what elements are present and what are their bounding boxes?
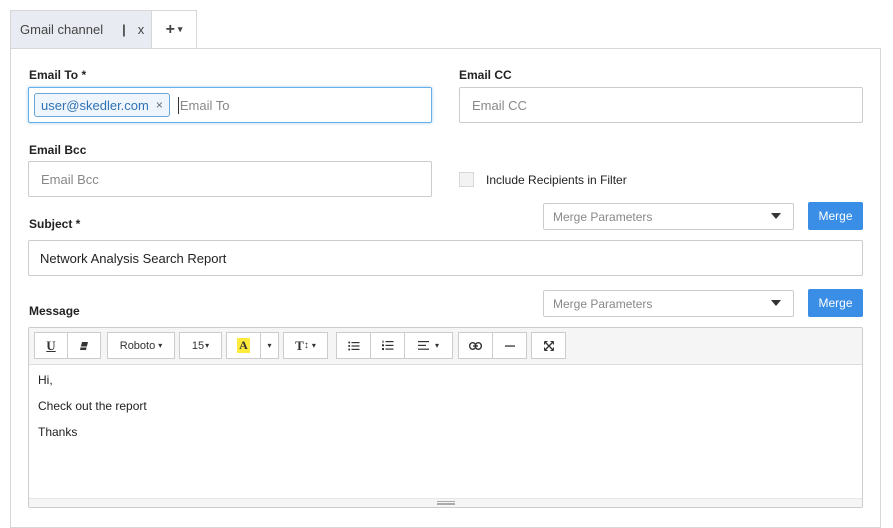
tab-separator: | xyxy=(122,22,126,37)
caret-down-icon: ▾ xyxy=(205,341,210,350)
subject-merge-placeholder: Merge Parameters xyxy=(553,209,653,224)
clear-format-button[interactable] xyxy=(67,332,101,359)
subject-label: Subject * xyxy=(29,217,81,231)
font-family-select[interactable]: Roboto ▾ xyxy=(107,332,175,359)
fullscreen-button[interactable] xyxy=(531,332,566,359)
editor-resize-handle[interactable] xyxy=(29,498,862,507)
subject-field[interactable]: Network Analysis Search Report xyxy=(28,240,863,276)
email-bcc-input[interactable] xyxy=(39,170,419,188)
link-icon xyxy=(469,341,482,350)
align-left-icon xyxy=(417,341,429,350)
editor-toolbar: U Roboto ▾ 15 ▾ A ▾ T ↕ ▾ ▾ xyxy=(29,328,862,365)
remove-recipient-icon[interactable]: × xyxy=(156,98,163,112)
email-bcc-label: Email Bcc xyxy=(29,143,87,157)
horizontal-rule-icon xyxy=(504,344,515,347)
message-merge-placeholder: Merge Parameters xyxy=(553,296,653,311)
message-line: Thanks xyxy=(38,425,78,439)
highlight-icon: A xyxy=(237,338,250,353)
font-family-value: Roboto xyxy=(119,339,156,352)
dropdown-arrow-icon xyxy=(771,213,781,219)
caret-down-icon: ▾ xyxy=(267,341,272,350)
email-to-label: Email To * xyxy=(29,68,87,82)
caret-down-icon: ▾ xyxy=(311,341,316,350)
email-cc-input[interactable] xyxy=(470,96,850,114)
message-label: Message xyxy=(29,304,80,318)
include-recipients-checkbox[interactable] xyxy=(459,172,474,187)
email-cc-field[interactable] xyxy=(459,87,863,123)
ordered-list-button[interactable] xyxy=(370,332,405,359)
email-bcc-field[interactable] xyxy=(28,161,432,197)
recipient-chip: user@skedler.com × xyxy=(34,93,170,117)
editor-content[interactable]: Hi, Check out the report Thanks xyxy=(29,365,862,461)
email-to-input[interactable] xyxy=(177,96,378,114)
message-editor[interactable]: U Roboto ▾ 15 ▾ A ▾ T ↕ ▾ ▾ Hi, Check ou… xyxy=(28,327,863,508)
numbered-list-icon xyxy=(381,340,393,350)
font-size-value: 15 xyxy=(191,339,205,352)
unordered-list-button[interactable] xyxy=(336,332,371,359)
caret-down-icon: ▾ xyxy=(434,341,439,350)
message-line: Hi, xyxy=(38,373,53,387)
message-line: Check out the report xyxy=(38,399,147,413)
caret-down-icon: ▾ xyxy=(177,24,183,34)
font-size-select[interactable]: 15 ▾ xyxy=(179,332,222,359)
email-to-field[interactable]: user@skedler.com × xyxy=(28,87,432,123)
tab-gmail-channel[interactable]: Gmail channel | x xyxy=(10,10,152,48)
horizontal-rule-button[interactable] xyxy=(492,332,527,359)
tab-label: Gmail channel xyxy=(20,22,104,37)
paragraph-align-button[interactable]: ▾ xyxy=(404,332,453,359)
underline-button[interactable]: U xyxy=(34,332,68,359)
subject-merge-button[interactable]: Merge xyxy=(808,202,863,230)
grip-icon xyxy=(437,501,455,505)
subject-merge-parameters-select[interactable]: Merge Parameters xyxy=(543,203,794,230)
underline-icon: U xyxy=(46,337,56,353)
include-recipients-label: Include Recipients in Filter xyxy=(486,173,627,187)
recipient-chip-text: user@skedler.com xyxy=(41,97,149,113)
text-height-icon: T xyxy=(295,337,304,353)
updown-arrow-icon: ↕ xyxy=(303,340,309,351)
plus-icon: + xyxy=(165,20,175,38)
eraser-icon xyxy=(80,341,88,350)
email-cc-label: Email CC xyxy=(459,68,512,82)
bullet-list-icon xyxy=(347,341,359,350)
caret-down-icon: ▾ xyxy=(158,341,163,350)
insert-link-button[interactable] xyxy=(458,332,493,359)
highlight-color-button[interactable]: A xyxy=(226,332,261,359)
message-merge-button[interactable]: Merge xyxy=(808,289,863,317)
highlight-color-dropdown[interactable]: ▾ xyxy=(260,332,279,359)
dropdown-arrow-icon xyxy=(771,300,781,306)
tab-close-button[interactable]: x xyxy=(138,22,145,37)
text-size-button[interactable]: T ↕ ▾ xyxy=(283,332,328,359)
add-tab-button[interactable]: + ▾ xyxy=(151,10,197,48)
message-merge-parameters-select[interactable]: Merge Parameters xyxy=(543,290,794,317)
subject-input[interactable]: Network Analysis Search Report xyxy=(40,251,226,266)
expand-icon xyxy=(543,340,554,351)
